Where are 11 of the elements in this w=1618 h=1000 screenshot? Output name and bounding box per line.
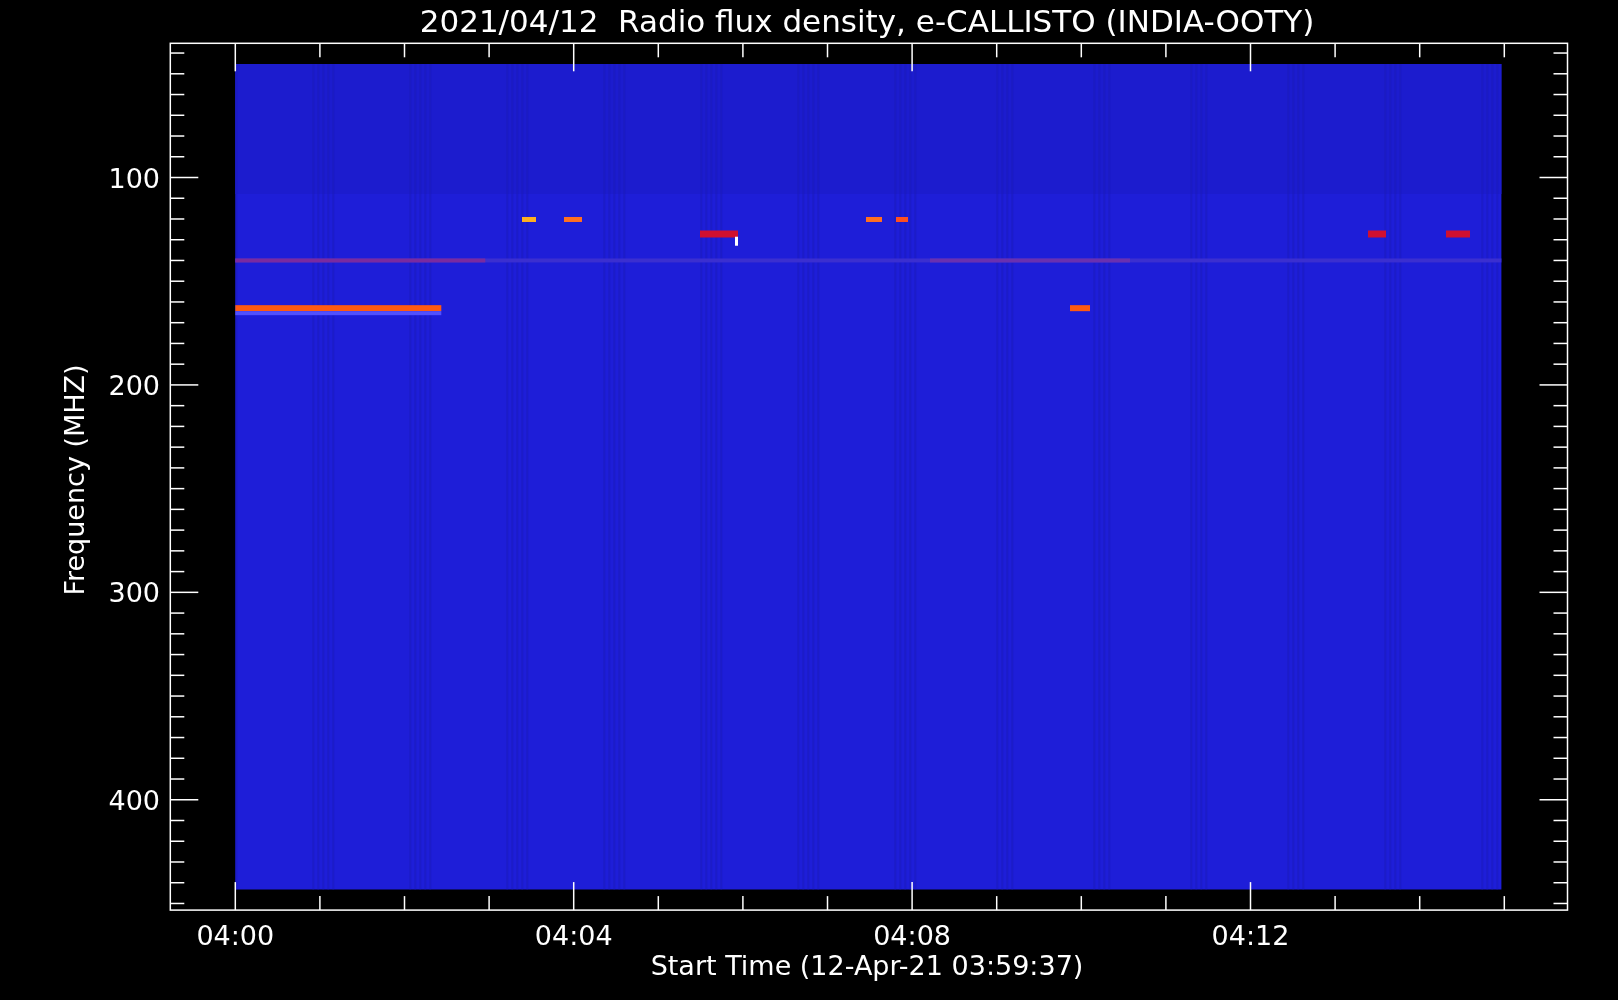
tick-label: 04:00 bbox=[196, 920, 275, 951]
tick-label: 400 bbox=[108, 784, 160, 816]
axis-label: Start Time (12-Apr-21 03:59:37) bbox=[650, 950, 1084, 981]
tick-label: 04:04 bbox=[534, 920, 613, 951]
axis-label: Frequency (MHZ) bbox=[59, 364, 90, 596]
tick-label: 200 bbox=[108, 369, 160, 401]
tick-label: 100 bbox=[108, 162, 160, 194]
tick-label: 300 bbox=[108, 577, 160, 609]
tick-label: 04:08 bbox=[873, 920, 951, 951]
tick-label: 04:12 bbox=[1211, 920, 1290, 951]
plot-title: 2021/04/12 Radio flux density, e-CALLISTO (INDIA-OOTY) bbox=[419, 3, 1315, 39]
